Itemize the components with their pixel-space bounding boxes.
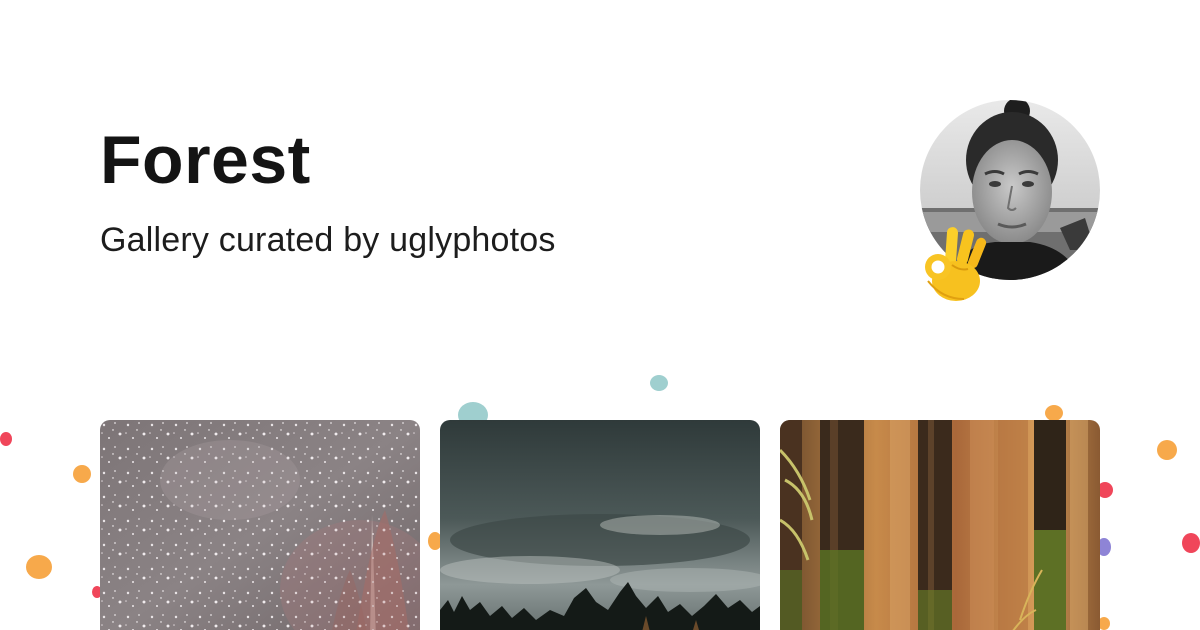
confetti-dot xyxy=(73,465,91,483)
confetti-dot xyxy=(1157,440,1177,460)
confetti-dot xyxy=(0,432,12,446)
snowy-forest-photo xyxy=(100,420,420,630)
gallery-card-2[interactable] xyxy=(440,420,760,630)
gallery-card-1[interactable] xyxy=(100,420,420,630)
ok-hand-icon xyxy=(925,227,987,301)
autumn-tree-trunks-photo xyxy=(780,420,1100,630)
page-subtitle: Gallery curated by uglyphotos xyxy=(100,221,556,259)
confetti-dot xyxy=(1182,533,1200,553)
stormy-sky-forest-photo xyxy=(440,420,760,630)
page-title: Forest xyxy=(100,122,311,198)
confetti-dot xyxy=(1045,405,1063,421)
gallery-card-3[interactable] xyxy=(780,420,1100,630)
confetti-dot xyxy=(26,555,52,579)
confetti-dot xyxy=(650,375,668,391)
curator-avatar[interactable] xyxy=(920,100,1100,301)
og-card: Forest Gallery curated by uglyphotos xyxy=(0,0,1200,630)
